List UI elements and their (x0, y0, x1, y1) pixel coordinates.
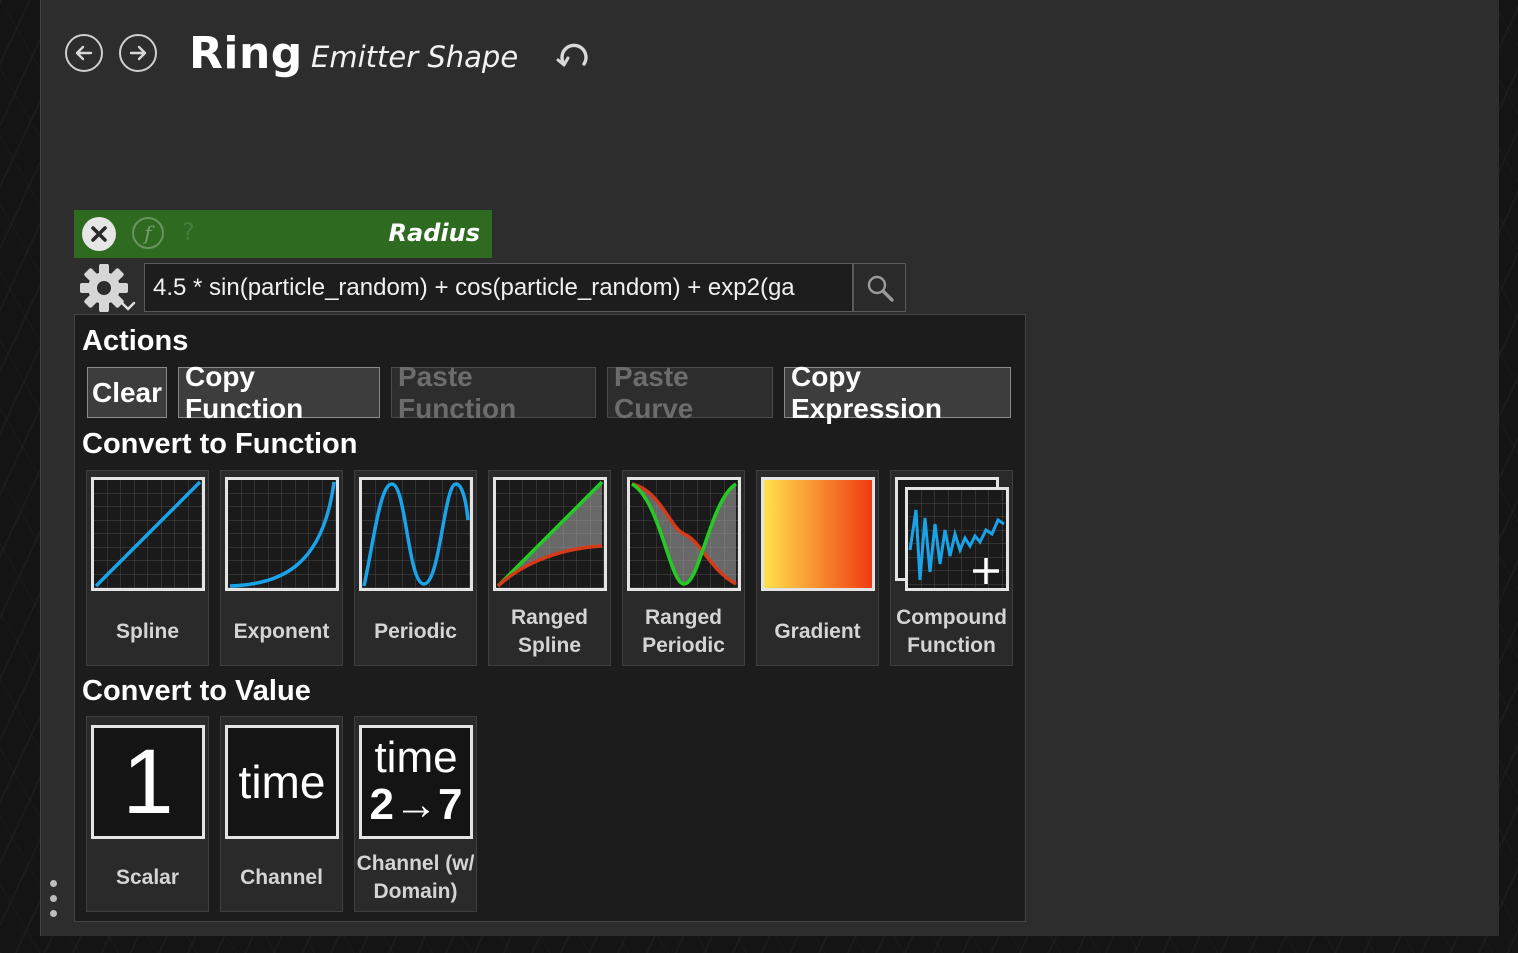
channel-domain-glyph-top: time (374, 733, 458, 782)
search-icon (867, 275, 894, 302)
arrow-right-icon (129, 45, 147, 61)
gear-icon (80, 264, 136, 312)
parameter-label: Radius (388, 219, 480, 247)
refresh-button[interactable] (554, 34, 594, 74)
compound-function-icon (905, 487, 1009, 591)
spline-tile[interactable]: Spline (86, 470, 209, 666)
ranged-spline-icon (493, 477, 607, 591)
ranged-periodic-label: Ranged Periodic (642, 606, 725, 657)
gradient-tile[interactable]: Gradient (756, 470, 879, 666)
function-icon: f (144, 221, 152, 245)
conversion-menu: Actions Clear Copy Function Paste Functi… (74, 314, 1026, 922)
drag-handle[interactable] (50, 880, 58, 934)
page-title: Ring (189, 28, 303, 79)
exponent-label: Exponent (233, 620, 330, 643)
channel-tile[interactable]: time Channel (220, 716, 343, 912)
compound-function-label: Compound Function (896, 606, 1007, 657)
periodic-tile[interactable]: Periodic (354, 470, 477, 666)
ranged-periodic-icon (627, 477, 741, 591)
spline-label: Spline (115, 620, 179, 643)
scalar-tile[interactable]: 1 Scalar (86, 716, 209, 912)
channel-label: Channel (240, 866, 323, 889)
paste-function-button: Paste Function (391, 361, 596, 424)
periodic-label: Periodic (374, 620, 457, 643)
expression-input[interactable]: 4.5 * sin(particle_random) + cos(particl… (144, 263, 853, 312)
ranged-spline-tile[interactable]: Ranged Spline (488, 470, 611, 666)
channel-icon: time (225, 725, 339, 839)
expression-search-button[interactable] (853, 263, 906, 312)
compound-function-tile[interactable]: Compound Function (890, 470, 1013, 666)
channel-domain-label: Channel (w/ Domain) (356, 852, 475, 903)
back-button[interactable] (65, 34, 103, 72)
exponent-tile[interactable]: Exponent (220, 470, 343, 666)
convert-value-section-title: Convert to Value (82, 675, 311, 707)
ranged-spline-label: Ranged Spline (510, 606, 588, 657)
arrow-left-icon (75, 45, 93, 61)
remove-parameter-button[interactable] (82, 217, 116, 251)
settings-menu-button[interactable] (78, 262, 140, 316)
copy-expression-button[interactable]: Copy Expression (784, 361, 1011, 424)
scalar-label: Scalar (115, 866, 180, 889)
scalar-icon: 1 (91, 725, 205, 839)
channel-domain-tile[interactable]: time 2→7 Channel (w/ Domain) (354, 716, 477, 912)
periodic-icon (359, 477, 473, 591)
channel-domain-glyph-bottom: 2→7 (369, 780, 463, 829)
exponent-icon (225, 477, 339, 591)
ranged-periodic-tile[interactable]: Ranged Periodic (622, 470, 745, 666)
convert-function-section-title: Convert to Function (82, 428, 358, 460)
forward-button[interactable] (119, 34, 157, 72)
parameter-header: f ? Radius (74, 210, 492, 258)
gradient-icon (761, 477, 875, 591)
help-icon[interactable]: ? (182, 218, 195, 246)
function-toggle-button[interactable]: f (132, 217, 164, 249)
copy-function-button[interactable]: Copy Function (178, 361, 380, 424)
close-icon (91, 226, 107, 242)
actions-section-title: Actions (82, 325, 189, 357)
channel-domain-icon: time 2→7 (359, 725, 473, 839)
refresh-icon (556, 43, 588, 67)
editor-window: Ring Emitter Shape f ? Radius 4.5 * sin(… (40, 0, 1499, 936)
clear-button[interactable]: Clear (87, 367, 167, 418)
paste-curve-button: Paste Curve (607, 361, 773, 424)
spline-icon (91, 477, 205, 591)
gradient-label: Gradient (774, 620, 861, 643)
page-subtitle: Emitter Shape (311, 40, 519, 74)
